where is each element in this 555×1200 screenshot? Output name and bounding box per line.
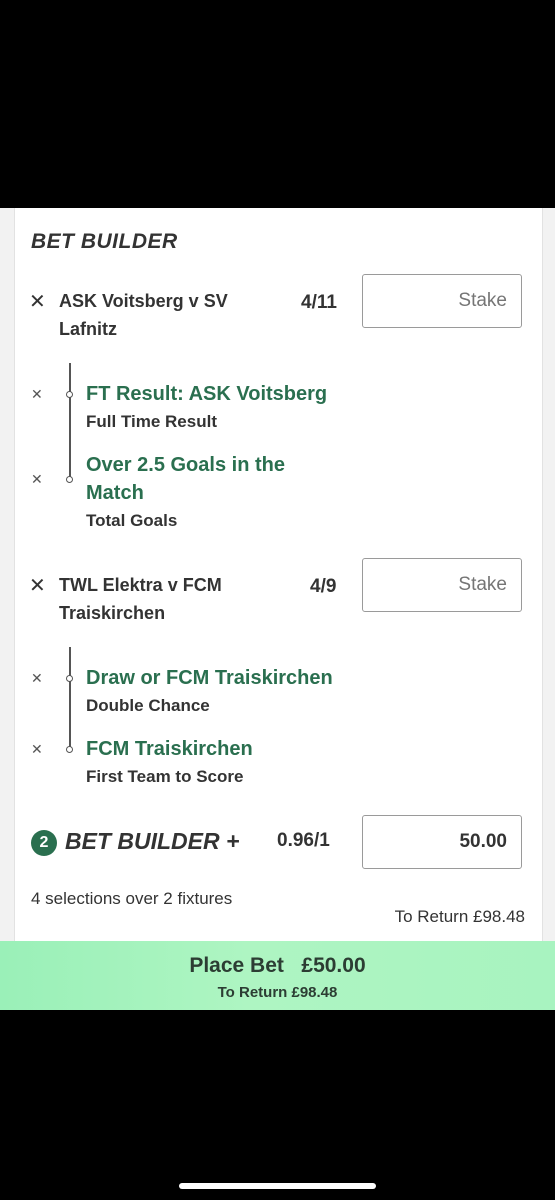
leg-market: Double Chance xyxy=(86,696,210,715)
leg-selection: FT Result: ASK Voitsberg xyxy=(86,380,327,408)
leg-selection: Draw or FCM Traiskirchen xyxy=(86,664,333,692)
timeline-dot-icon xyxy=(66,476,73,483)
status-bar-area xyxy=(0,0,555,208)
leg-market: First Team to Score xyxy=(86,767,244,786)
fixture-odds: 4/9 xyxy=(310,576,337,597)
leg-selection: Over 2.5 Goals in the Match xyxy=(86,451,285,507)
leg-selection-line1: FCM Traiskirchen xyxy=(86,738,253,760)
leg-selection: FCM Traiskirchen xyxy=(86,735,253,763)
place-bet-return: To Return £98.48 xyxy=(217,984,338,1001)
fixture-name-line1: TWL Elektra v FCM xyxy=(59,575,222,595)
stake-input[interactable] xyxy=(362,274,522,328)
remove-leg-icon[interactable]: ✕ xyxy=(31,387,43,401)
fixture-odds: 4/11 xyxy=(301,292,337,313)
fixture-name: TWL Elektra v FCM Traiskirchen xyxy=(59,571,222,627)
timeline-dot-icon xyxy=(66,746,73,753)
leg-connector xyxy=(69,363,71,481)
leg-selection-line2: Match xyxy=(86,482,144,504)
place-bet-label: Place Bet £50.00 xyxy=(189,954,366,977)
timeline-dot-icon xyxy=(66,391,73,398)
place-bet-button[interactable]: Place Bet £50.00 To Return £98.48 xyxy=(0,941,555,1010)
fixture-name-line2: Lafnitz xyxy=(59,319,117,339)
stake-input[interactable] xyxy=(362,558,522,612)
bet-builder-card: BET BUILDER ✕ ASK Voitsberg v SV Lafnitz… xyxy=(14,208,543,1010)
bet-builder-plus-stake-input[interactable] xyxy=(362,815,522,869)
selection-count-badge: 2 xyxy=(31,830,57,856)
leg-selection-line1: Over 2.5 Goals in the xyxy=(86,454,285,476)
remove-leg-icon[interactable]: ✕ xyxy=(31,671,43,685)
leg-connector xyxy=(69,647,71,751)
leg-market: Total Goals xyxy=(86,511,178,530)
bet-builder-plus-label: BET BUILDER + xyxy=(65,828,240,854)
remove-leg-icon[interactable]: ✕ xyxy=(31,472,43,486)
leg-market: Full Time Result xyxy=(86,412,217,431)
to-return-text: To Return £98.48 xyxy=(394,907,525,926)
section-title: BET BUILDER xyxy=(31,230,178,253)
betslip-panel: BET BUILDER ✕ ASK Voitsberg v SV Lafnitz… xyxy=(0,208,555,1010)
leg-selection-line1: FT Result: ASK Voitsberg xyxy=(86,383,328,405)
home-indicator[interactable] xyxy=(179,1183,376,1189)
remove-fixture-icon[interactable]: ✕ xyxy=(29,576,46,596)
fixture-name-line1: ASK Voitsberg v SV xyxy=(59,291,228,311)
remove-fixture-icon[interactable]: ✕ xyxy=(29,292,46,312)
selections-summary: 4 selections over 2 fixtures xyxy=(31,889,233,908)
fixture-name: ASK Voitsberg v SV Lafnitz xyxy=(59,287,228,343)
remove-leg-icon[interactable]: ✕ xyxy=(31,742,43,756)
bet-builder-plus-odds: 0.96/1 xyxy=(277,830,330,851)
leg-selection-line1: Draw or FCM Traiskirchen xyxy=(86,667,333,689)
fixture-name-line2: Traiskirchen xyxy=(59,603,166,623)
timeline-dot-icon xyxy=(66,675,73,682)
